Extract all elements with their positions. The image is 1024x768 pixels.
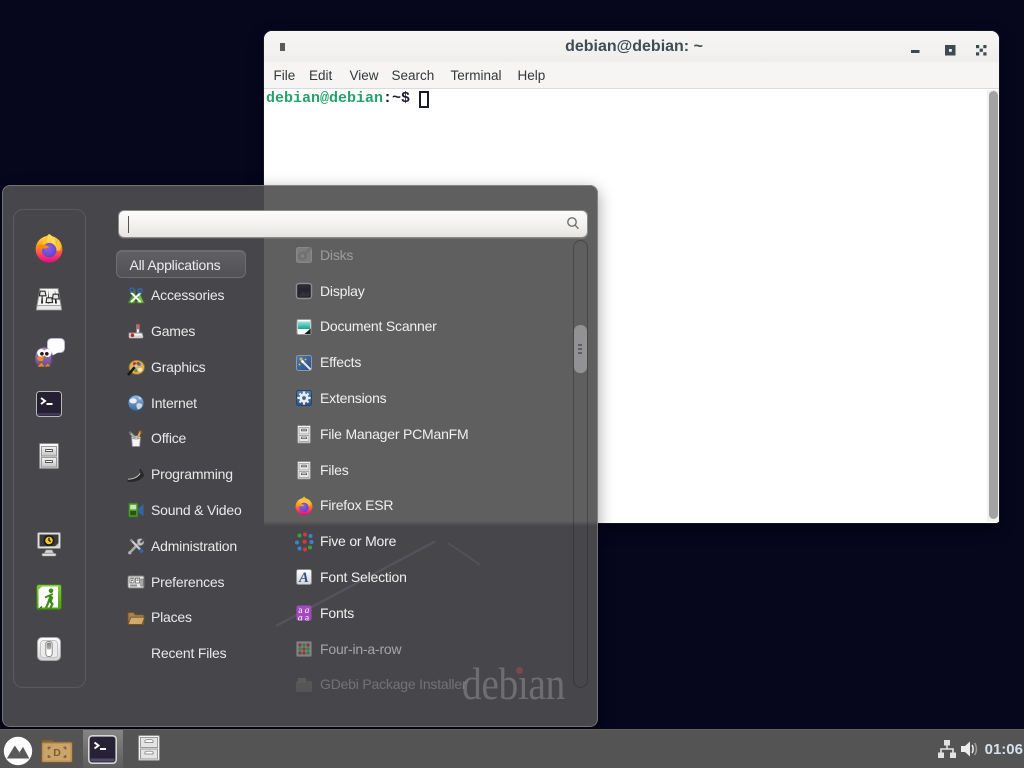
svg-text:D: D: [53, 747, 61, 759]
svg-text:a: a: [298, 614, 303, 624]
svg-text:A: A: [298, 570, 309, 586]
